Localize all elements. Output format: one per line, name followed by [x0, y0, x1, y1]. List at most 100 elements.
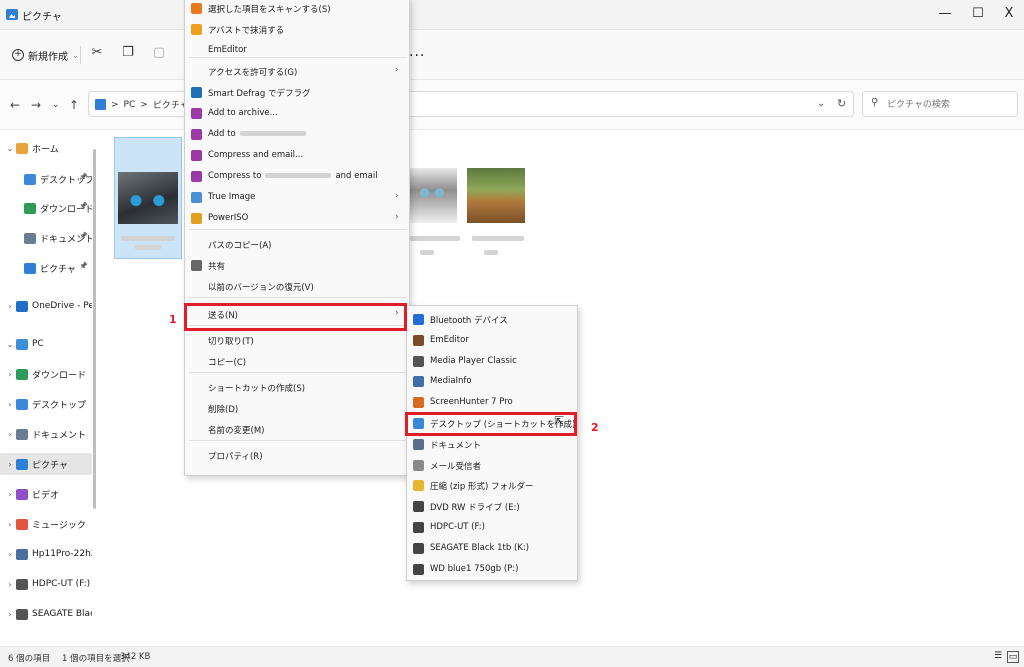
sidebar-item[interactable]: › ピクチャ — [0, 453, 92, 475]
context-menu-item[interactable]: 以前のバージョンの復元(V) — [185, 276, 409, 296]
send-to-item[interactable]: SEAGATE Black 1tb (K:) — [407, 538, 577, 558]
selected-file-item[interactable] — [114, 137, 182, 259]
sidebar-chevron-icon[interactable]: › — [4, 550, 16, 559]
blurred-file-name — [410, 236, 460, 241]
context-menu-item[interactable]: Smart Defrag でデフラグ — [185, 82, 409, 102]
context-menu-item[interactable]: 切り取り(T) — [185, 330, 409, 350]
send-to-item[interactable]: DVD RW ドライブ (E:) — [407, 496, 577, 516]
send-to-item[interactable]: ScreenHunter 7 Pro — [407, 392, 577, 412]
context-menu-item[interactable]: Compress and email... — [185, 145, 409, 165]
maximize-button[interactable]: ☐ — [963, 6, 993, 24]
menu-divider — [189, 229, 407, 230]
context-menu-item[interactable]: Add to — [185, 124, 409, 144]
context-menu-item[interactable]: コピー(C) — [185, 351, 409, 371]
recent-chevron-icon[interactable]: ⌄ — [52, 100, 60, 110]
sidebar-item[interactable]: › デスクトップ — [0, 393, 92, 415]
menu-item-icon — [191, 171, 202, 182]
window-title: ピクチャ — [22, 12, 62, 23]
sidebar-chevron-icon[interactable]: ⌄ — [4, 144, 16, 153]
send-to-label: ScreenHunter 7 Pro — [430, 397, 513, 408]
sidebar-item[interactable]: › ダウンロード — [0, 363, 92, 385]
up-arrow-icon[interactable]: ↑ — [69, 98, 79, 112]
menu-item-icon — [191, 129, 202, 140]
send-to-item[interactable]: メール受信者 — [407, 455, 577, 475]
sidebar-chevron-icon[interactable]: › — [4, 370, 16, 379]
sidebar-scrollbar[interactable] — [93, 149, 96, 509]
minimize-button[interactable]: — — [930, 6, 960, 24]
sidebar-item[interactable]: ピクチャ 📌 — [0, 257, 92, 279]
sidebar-item[interactable]: デスクトップ 📌 — [0, 168, 92, 190]
sidebar-item[interactable]: ドキュメント 📌 — [0, 227, 92, 249]
send-to-label: WD blue1 750gb (P:) — [430, 563, 519, 574]
sidebar-item[interactable]: › OneDrive - Perso — [0, 295, 92, 317]
context-menu-label: Smart Defrag でデフラグ — [208, 87, 310, 99]
sidebar-chevron-icon[interactable]: › — [4, 430, 16, 439]
details-view-icon[interactable]: ☰ — [992, 651, 1004, 663]
send-to-item[interactable]: 圧縮 (zip 形式) フォルダー — [407, 475, 577, 495]
context-menu-item[interactable]: Add to archive... — [185, 103, 409, 123]
forward-arrow-icon[interactable]: → — [31, 98, 41, 112]
sidebar-chevron-icon[interactable]: › — [4, 460, 16, 469]
address-dropdown-icon[interactable]: ⌄ — [817, 98, 825, 109]
sidebar-chevron-icon[interactable]: ⌄ — [4, 340, 16, 349]
mouse-cursor-icon: ⇱ — [554, 414, 565, 428]
context-menu-text: 名前の変更(M) — [208, 426, 265, 436]
outdoor-cat-thumbnail[interactable] — [467, 168, 525, 223]
sidebar-item[interactable]: › Hp11Pro-22h2- — [0, 543, 92, 565]
context-menu-item[interactable]: パスのコピー(A) — [185, 234, 409, 254]
sidebar-chevron-icon[interactable]: › — [4, 400, 16, 409]
send-to-item[interactable]: HDPC-UT (F:) — [407, 517, 577, 537]
context-menu-item[interactable]: 削除(D) — [185, 398, 409, 418]
send-to-item-icon — [413, 376, 424, 388]
search-input[interactable] — [887, 96, 1013, 112]
sidebar-item[interactable]: › ミュージック — [0, 513, 92, 535]
send-to-item[interactable]: WD blue1 750gb (P:) — [407, 559, 577, 579]
menu-item-icon — [191, 87, 202, 98]
search-box[interactable]: ⚲ — [862, 91, 1018, 117]
blurred-file-name — [239, 131, 306, 136]
copy-icon[interactable]: ❐ — [119, 45, 137, 63]
close-button[interactable]: X — [994, 6, 1024, 24]
sidebar-chevron-icon[interactable]: › — [4, 520, 16, 529]
breadcrumb-pc[interactable]: PC — [124, 100, 136, 110]
refresh-icon[interactable]: ↻ — [837, 97, 846, 110]
context-menu-item[interactable]: True Image › — [185, 187, 409, 207]
sidebar-item[interactable]: ⌄ ホーム — [0, 137, 92, 159]
sidebar-chevron-icon[interactable]: › — [4, 302, 16, 311]
send-to-label: EmEditor — [430, 334, 469, 345]
sidebar-item[interactable]: ダウンロード 📌 — [0, 197, 92, 219]
context-menu-item[interactable]: プロパティ(R) — [185, 445, 409, 465]
sidebar-item[interactable]: › ビデオ — [0, 483, 92, 505]
cut-icon[interactable]: ✂ — [88, 45, 106, 63]
send-to-item[interactable]: EmEditor — [407, 330, 577, 350]
sidebar-chevron-icon[interactable]: › — [4, 580, 16, 589]
send-to-item[interactable]: ドキュメント — [407, 434, 577, 454]
send-to-item[interactable]: Media Player Classic — [407, 351, 577, 371]
more-options-button[interactable]: ... — [409, 44, 425, 60]
new-button[interactable]: + 新規作成 ⌄ — [12, 47, 79, 63]
context-menu-item[interactable]: 選択した項目をスキャンする(S) — [185, 0, 409, 18]
send-to-item[interactable]: Bluetooth デバイス — [407, 309, 577, 329]
sidebar-chevron-icon[interactable]: › — [4, 490, 16, 499]
context-menu-item[interactable]: Compress to and email — [185, 166, 409, 186]
sidebar-item[interactable]: › SEAGATE Black — [0, 603, 92, 625]
context-menu-label: PowerISO — [208, 213, 248, 223]
context-menu-item[interactable]: ショートカットの作成(S) — [185, 377, 409, 397]
sidebar-item[interactable]: ⌄ PC — [0, 333, 92, 355]
sidebar-chevron-icon[interactable]: › — [4, 610, 16, 619]
context-menu-item[interactable]: PowerISO › — [185, 208, 409, 228]
blurred-file-name — [484, 250, 498, 255]
send-to-item[interactable]: MediaInfo — [407, 371, 577, 391]
context-menu-item[interactable]: 共有 — [185, 255, 409, 275]
sidebar-item[interactable]: › ドキュメント — [0, 423, 92, 445]
context-menu-item[interactable]: 名前の変更(M) — [185, 419, 409, 439]
context-menu-item[interactable]: アバストで抹消する — [185, 19, 409, 39]
back-arrow-icon[interactable]: ← — [10, 98, 20, 112]
context-menu-item[interactable]: EmEditor — [185, 40, 409, 60]
context-menu-item[interactable]: アクセスを許可する(G) › — [185, 61, 409, 81]
gray-cat-thumbnail[interactable] — [407, 168, 457, 223]
tiles-view-icon[interactable]: ▭ — [1007, 651, 1019, 663]
step-one-label: 1 — [169, 313, 177, 326]
paste-icon[interactable]: ▢ — [150, 45, 168, 63]
sidebar-item[interactable]: › HDPC-UT (F:) — [0, 573, 92, 595]
